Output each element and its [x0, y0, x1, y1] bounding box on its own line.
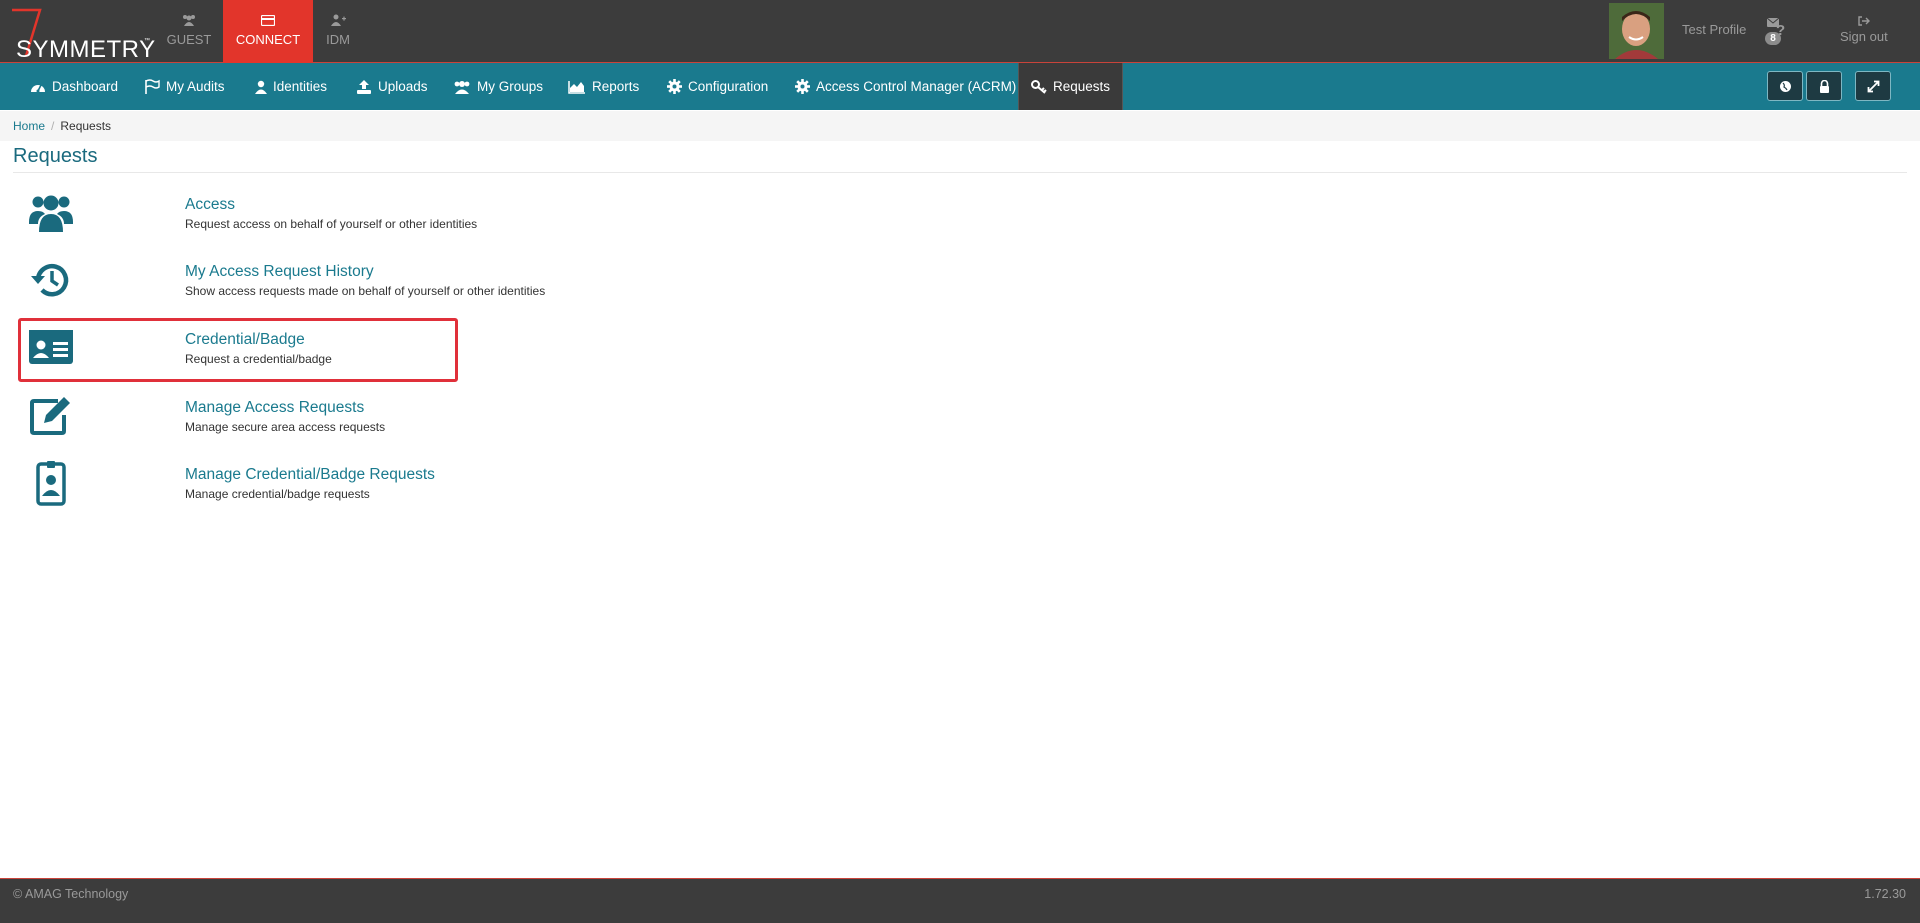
nav-acrm-label: Access Control Manager (ACRM)	[816, 79, 1017, 94]
gear-icon	[795, 79, 810, 94]
nav-my-audits[interactable]: My Audits	[140, 63, 225, 110]
request-item-desc: Manage secure area access requests	[185, 420, 386, 434]
logo-text: SYMMETRY	[16, 36, 156, 63]
badge-icon	[36, 461, 66, 506]
breadcrumb: Home / Requests	[0, 111, 1920, 141]
nav-acrm[interactable]: Access Control Manager (ACRM)	[791, 63, 1016, 110]
nav-identities[interactable]: Identities	[251, 63, 327, 110]
nav-my-audits-label: My Audits	[166, 79, 225, 94]
nav-requests-label: Requests	[1053, 79, 1111, 94]
lock-button[interactable]	[1806, 71, 1842, 101]
symmetry-logo[interactable]: SYMMETRY ™	[6, 6, 155, 63]
module-guest-label: GUEST	[166, 32, 212, 47]
key-icon	[1031, 79, 1047, 94]
request-item-desc: Show access requests made on behalf of y…	[185, 284, 546, 298]
signout-label: Sign out	[1840, 29, 1888, 44]
user-icon	[255, 80, 267, 94]
globe-icon	[1779, 80, 1791, 92]
nav-uploads-label: Uploads	[378, 79, 428, 94]
dashboard-icon	[31, 84, 45, 92]
request-item-title[interactable]: Access	[185, 196, 235, 214]
history-icon	[31, 263, 69, 297]
nav-uploads[interactable]: Uploads	[352, 63, 428, 110]
nav-dashboard-label: Dashboard	[52, 79, 119, 94]
module-connect-label: CONNECT	[235, 32, 301, 47]
help-button[interactable]: ?	[1776, 22, 1785, 39]
module-guest[interactable]: GUEST	[157, 0, 221, 63]
card-icon	[223, 14, 313, 32]
nav-reports[interactable]: Reports	[564, 63, 639, 110]
nav-reports-label: Reports	[592, 79, 640, 94]
module-idm-label: IDM	[326, 32, 350, 47]
footer-version: 1.72.30	[1864, 887, 1906, 901]
nav-configuration-label: Configuration	[688, 79, 769, 94]
globe-button[interactable]	[1767, 71, 1803, 101]
module-connect[interactable]: CONNECT	[223, 0, 313, 63]
request-item-manage-credential[interactable]: Manage Credential/Badge Requests Manage …	[18, 460, 458, 524]
nav-my-groups-label: My Groups	[477, 79, 544, 94]
group-icon	[454, 80, 470, 94]
request-item-desc: Manage credential/badge requests	[185, 487, 370, 501]
users-icon	[157, 14, 221, 32]
signout-button[interactable]: Sign out	[1840, 14, 1888, 44]
gear-icon	[667, 79, 682, 94]
logo-trademark: ™	[144, 38, 150, 44]
request-item-history[interactable]: My Access Request History Show access re…	[18, 257, 545, 321]
user-plus-icon	[313, 14, 363, 32]
breadcrumb-current: Requests	[60, 119, 112, 133]
nav-dashboard[interactable]: Dashboard	[26, 63, 118, 110]
highlight-box	[18, 318, 458, 382]
profile-link[interactable]: Test Profile	[1682, 22, 1746, 37]
signout-icon	[1858, 14, 1870, 29]
footer-copyright: © AMAG Technology	[13, 887, 129, 901]
area-chart-icon	[568, 80, 585, 94]
nav-identities-label: Identities	[273, 79, 328, 94]
nav-my-groups[interactable]: My Groups	[449, 63, 543, 110]
upload-icon	[357, 79, 371, 94]
top-bar: SYMMETRY ™ GUEST CONNECT IDM Test Profil…	[0, 0, 1920, 63]
request-item-access[interactable]: Access Request access on behalf of yours…	[18, 190, 477, 254]
nav-configuration[interactable]: Configuration	[663, 63, 768, 110]
expand-icon	[1867, 80, 1879, 92]
breadcrumb-separator: /	[51, 119, 55, 133]
request-item-manage-access[interactable]: Manage Access Requests Manage secure are…	[18, 393, 458, 457]
breadcrumb-home[interactable]: Home	[13, 119, 45, 133]
request-item-title[interactable]: My Access Request History	[185, 263, 374, 281]
title-divider	[13, 172, 1907, 173]
flag-icon	[145, 79, 160, 94]
avatar[interactable]	[1609, 3, 1664, 59]
users-icon	[29, 195, 73, 232]
page-title: Requests	[13, 145, 98, 167]
request-item-title[interactable]: Manage Credential/Badge Requests	[185, 466, 435, 484]
request-item-title[interactable]: Manage Access Requests	[185, 399, 364, 417]
nav-requests[interactable]: Requests	[1018, 63, 1124, 110]
footer: © AMAG Technology 1.72.30	[0, 878, 1920, 923]
main-nav: Dashboard My Audits Identities Uploads M…	[0, 63, 1920, 110]
module-idm[interactable]: IDM	[313, 0, 363, 63]
request-item-desc: Request access on behalf of yourself or …	[185, 217, 478, 231]
fullscreen-button[interactable]	[1855, 71, 1891, 101]
edit-icon	[30, 397, 70, 435]
lock-icon	[1819, 79, 1829, 93]
